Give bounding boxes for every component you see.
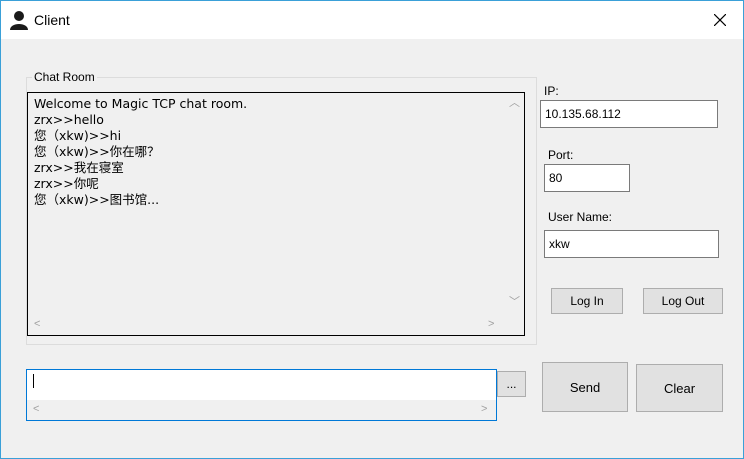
chat-room-label: Chat Room (32, 70, 97, 84)
more-button[interactable]: ... (497, 371, 526, 397)
scroll-right-icon[interactable]: > (488, 319, 494, 330)
scroll-left-icon[interactable]: < (34, 319, 40, 330)
chat-line: 您（xkw)>>hi (34, 128, 122, 143)
chat-line: 您（xkw)>>你在哪？ (34, 144, 160, 159)
clear-button[interactable]: Clear (636, 364, 723, 412)
chat-line: zrx>>你呢 (34, 176, 99, 191)
chat-line: Welcome to Magic TCP chat room. (34, 96, 248, 111)
chat-line: zrx>>我在寝室 (34, 160, 124, 175)
log-in-button[interactable]: Log In (551, 288, 623, 314)
port-label: Port: (548, 148, 574, 162)
title-bar: Client (1, 1, 743, 39)
port-field[interactable]: 80 (544, 164, 630, 192)
username-label: User Name: (548, 210, 613, 224)
message-horizontal-scrollbar[interactable]: < > (27, 400, 496, 420)
scroll-right-icon[interactable]: > (481, 404, 487, 415)
client-window: Client Chat Room Welcome to Magic TCP ch… (0, 0, 744, 459)
scroll-left-icon[interactable]: < (33, 404, 39, 415)
scroll-down-icon[interactable]: ﹀ (509, 297, 520, 308)
window-title: Client (34, 12, 70, 28)
user-icon (9, 10, 29, 30)
close-icon (714, 14, 726, 26)
chat-horizontal-scrollbar[interactable]: < > (28, 315, 504, 335)
chat-line: zrx>>hello (34, 112, 104, 127)
log-out-button[interactable]: Log Out (643, 288, 723, 314)
chat-lines: Welcome to Magic TCP chat room. zrx>>hel… (34, 96, 504, 208)
message-input[interactable]: < > (26, 369, 497, 421)
send-button[interactable]: Send (542, 362, 628, 412)
close-button[interactable] (697, 1, 743, 39)
chat-vertical-scrollbar[interactable]: ︿ ﹀ (504, 93, 524, 313)
chat-line: 您（xkw)>>图书馆... (34, 192, 160, 207)
username-field[interactable]: xkw (544, 230, 719, 258)
scroll-up-icon[interactable]: ︿ (509, 98, 520, 109)
text-caret (33, 374, 34, 388)
chat-log[interactable]: Welcome to Magic TCP chat room. zrx>>hel… (27, 92, 525, 336)
ip-field[interactable]: 10.135.68.112 (540, 100, 718, 128)
ip-label: IP: (544, 84, 559, 98)
